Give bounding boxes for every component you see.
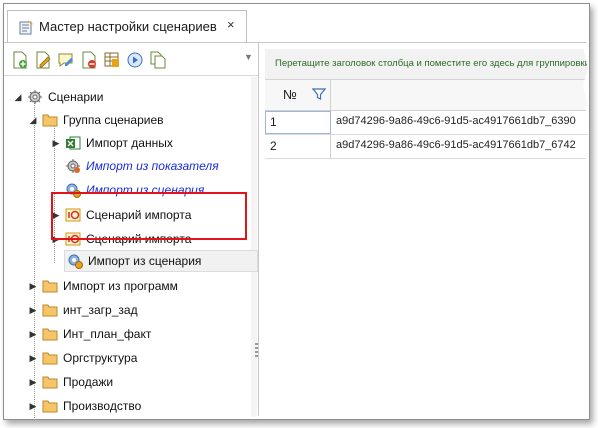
- add-document-icon[interactable]: [11, 51, 29, 69]
- tree-node-import-scenario[interactable]: ▶ Сценарий импорта: [51, 204, 192, 226]
- cell-number[interactable]: 2: [265, 135, 331, 158]
- delete-document-icon[interactable]: [80, 51, 98, 69]
- play-circle-icon[interactable]: [126, 51, 144, 69]
- tree-connector: [34, 98, 35, 418]
- collapsed-arrow-icon[interactable]: ▶: [28, 305, 38, 316]
- data-grid-panel: Перетащите заголовок столбца и поместите…: [265, 49, 589, 419]
- tree-node-label: Инт_план_факт: [63, 327, 152, 341]
- tree-node-label: Импорт из сценария: [86, 183, 205, 197]
- collapsed-arrow-icon[interactable]: ▶: [28, 377, 38, 388]
- tree-node-label: Сценарий импорта: [86, 232, 192, 246]
- edit-document-icon[interactable]: [34, 51, 52, 69]
- tree-scrollbar[interactable]: [251, 77, 257, 417]
- tree-node-import-from-scenario[interactable]: Импорт из сценария: [65, 179, 204, 201]
- close-icon[interactable]: ×: [227, 17, 235, 32]
- collapsed-arrow-icon[interactable]: ▶: [28, 401, 38, 412]
- expanded-arrow-icon[interactable]: ◢: [13, 92, 23, 103]
- gear-cog-icon: [66, 183, 81, 198]
- tree-node-label: Импорт данных: [86, 136, 173, 150]
- grid-header: №: [265, 80, 589, 111]
- cell-number[interactable]: 1: [265, 111, 331, 134]
- collapsed-arrow-icon[interactable]: ▶: [28, 281, 38, 292]
- wizard-icon: [19, 20, 33, 35]
- cell-id[interactable]: a9d74296-9a86-49c6-91d5-ac4917661db7_674…: [336, 139, 576, 151]
- splitter-grip-icon[interactable]: [255, 343, 258, 357]
- comment-edit-icon[interactable]: [57, 51, 75, 69]
- tree-node-import-from-indicator[interactable]: Импорт из показателя: [65, 155, 219, 177]
- torn-edge-bottom: [9, 413, 589, 419]
- group-panel[interactable]: Перетащите заголовок столбца и поместите…: [265, 49, 589, 80]
- 1c-icon: [65, 208, 81, 222]
- table-properties-icon[interactable]: [103, 51, 121, 69]
- tab-title: Мастер настройки сценариев: [39, 19, 217, 34]
- tree-node-import-data[interactable]: ▶ Импорт данных: [51, 132, 173, 154]
- gear-cog-icon: [68, 254, 83, 269]
- cell-number-value: 1: [270, 115, 277, 129]
- scenario-tree-panel: ▼ ◢ Сценарии ◢ Группа сценариев ▶ Импорт…: [4, 43, 259, 419]
- tree-node-label: Импорт из сценария: [88, 254, 202, 268]
- tree-node-label: Продажи: [63, 375, 114, 389]
- tab-strip: Мастер настройки сценариев ×: [4, 4, 589, 43]
- collapsed-arrow-icon[interactable]: ▶: [28, 329, 38, 340]
- tree-folder-import-from-programs[interactable]: ▶ Импорт из программ: [28, 275, 178, 297]
- tree-node-group[interactable]: ◢ Группа сценариев: [28, 109, 164, 131]
- folder-icon: [42, 352, 58, 365]
- tree-toolbar: ▼: [4, 43, 258, 76]
- tree-node-label: инт_загр_зад: [63, 303, 138, 317]
- gear-icon: [28, 90, 42, 104]
- tab-scenario-wizard[interactable]: Мастер настройки сценариев ×: [7, 10, 247, 42]
- tree-node-label: Импорт из показателя: [86, 159, 219, 173]
- collapsed-arrow-icon[interactable]: ▶: [51, 138, 61, 149]
- tree-node-label: Оргструктура: [63, 351, 138, 365]
- tree-node-root[interactable]: ◢ Сценарии: [13, 86, 103, 108]
- column-header-label: №: [283, 87, 297, 102]
- excel-icon: [66, 136, 81, 150]
- tree-folder-orgstructure[interactable]: ▶ Оргструктура: [28, 347, 138, 369]
- table-row[interactable]: 2 a9d74296-9a86-49c6-91d5-ac4917661db7_6…: [265, 135, 589, 159]
- tree-folder-int-plan-fakt[interactable]: ▶ Инт_план_факт: [28, 323, 152, 345]
- torn-edge-right: [583, 8, 589, 419]
- tree-node-import-from-scenario-selected[interactable]: Импорт из сценария: [64, 250, 258, 272]
- folder-icon: [42, 328, 58, 341]
- tree-folder-sales[interactable]: ▶ Продажи: [28, 371, 114, 393]
- folder-icon: [42, 114, 58, 127]
- collapsed-arrow-icon[interactable]: ▶: [51, 234, 61, 245]
- tree-folder-int-zagr-zad[interactable]: ▶ инт_загр_зад: [28, 299, 138, 321]
- collapsed-arrow-icon[interactable]: ▶: [28, 353, 38, 364]
- collapsed-arrow-icon[interactable]: ▶: [51, 210, 61, 221]
- tree-node-label: Сценарии: [48, 90, 104, 104]
- chevron-down-icon[interactable]: ▼: [244, 52, 253, 62]
- folder-icon: [42, 304, 58, 317]
- folder-icon: [42, 376, 58, 389]
- folder-icon: [42, 280, 58, 293]
- expanded-arrow-icon[interactable]: ◢: [28, 115, 38, 126]
- cell-number-value: 2: [270, 139, 277, 153]
- table-row[interactable]: 1 a9d74296-9a86-49c6-91d5-ac4917661db7_6…: [265, 111, 589, 135]
- tree-node-import-scenario[interactable]: ▶ Сценарий импорта: [51, 228, 192, 250]
- column-header-number[interactable]: №: [265, 80, 331, 110]
- cell-id[interactable]: a9d74296-9a86-49c6-91d5-ac4917661db7_639…: [336, 115, 576, 127]
- group-hint-text: Перетащите заголовок столбца и поместите…: [275, 58, 590, 69]
- copy-document-icon[interactable]: [149, 51, 167, 69]
- filter-icon[interactable]: [312, 87, 326, 101]
- tree-node-label: Сценарий импорта: [86, 208, 192, 222]
- tree-node-label: Группа сценариев: [63, 113, 164, 127]
- 1c-icon: [65, 232, 81, 246]
- gear-icon: [66, 159, 80, 173]
- tree-node-label: Импорт из программ: [63, 279, 178, 293]
- window-frame: Мастер настройки сценариев × ▼ ◢ Сценари…: [3, 3, 590, 420]
